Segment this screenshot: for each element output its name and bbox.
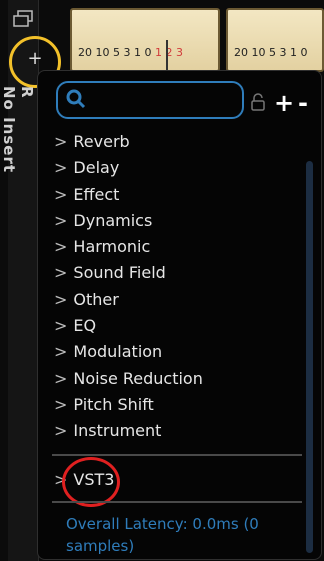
vst3-folder[interactable]: > VST3 [54,467,114,493]
vu-meter-left: 20 10 5 3 1 0 1 2 3 [70,8,220,72]
vu-meter-right: 20 10 5 3 1 0 [226,8,324,72]
vu-scale-left-black: 20 10 5 3 1 0 [78,46,152,59]
chevron-right-icon: > [54,342,68,362]
category-item[interactable]: > Effect [54,182,294,208]
category-label: Reverb [73,132,130,151]
chevron-right-icon: > [54,237,68,257]
add-insert-button[interactable]: + [18,46,52,70]
vu-scale-left-red: 1 2 3 [154,46,183,59]
add-plugin-button[interactable]: + [274,89,294,117]
chevron-right-icon: > [54,184,68,204]
category-item[interactable]: > Instrument [54,418,294,444]
unlock-icon[interactable] [250,93,266,111]
category-item[interactable]: > Noise Reduction [54,366,294,392]
category-label: EQ [73,316,97,336]
category-label: Other [73,289,119,309]
vu-scale-right: 20 10 5 3 1 0 [234,46,307,59]
category-label: Instrument [73,421,162,441]
search-input[interactable] [92,89,236,113]
divider [52,501,302,503]
category-item[interactable]: > Modulation [54,339,294,365]
insert-slot-text: No Insert [0,86,18,174]
chevron-right-icon: > [54,316,68,336]
category-label: Delay [73,158,120,178]
category-item[interactable]: > Reverb [54,129,294,155]
category-item[interactable]: > Harmonic [54,234,294,260]
chevron-right-icon: > [54,421,68,441]
remove-plugin-button[interactable]: - [298,89,308,117]
category-item[interactable]: > Dynamics [54,208,294,234]
insert-slot-label: R No Insert [0,86,36,426]
category-item[interactable]: > Delay [54,155,294,181]
chevron-right-icon: > [54,368,68,388]
category-label: Effect [73,184,120,204]
category-label: Modulation [73,342,163,362]
search-box[interactable] [56,81,244,119]
window-icon[interactable] [8,6,38,32]
category-item[interactable]: > Sound Field [54,260,294,286]
window-icon-svg [13,10,33,27]
vu-scale-right-black: 20 10 5 3 1 0 [234,46,308,59]
scrollbar[interactable] [306,161,313,553]
category-item[interactable]: > Pitch Shift [54,392,294,418]
divider [52,454,302,456]
category-label: Harmonic [73,237,151,257]
category-item[interactable]: > Other [54,287,294,313]
chevron-right-icon: > [54,158,68,178]
chevron-right-icon: > [54,132,68,151]
category-list: > Reverb > Delay > Effect > Dynamics > Harmon… [54,129,294,445]
category-label: Dynamics [73,210,153,230]
category-label: Noise Reduction [73,368,203,388]
category-label: Sound Field [73,263,166,283]
plugin-browser-panel: + - > Reverb > Delay > Effect > Dynamics > Ha… [37,70,322,560]
chevron-right-icon: > [54,470,68,489]
chevron-right-icon: > [54,394,68,414]
vu-needle-left [166,40,168,70]
category-label: Pitch Shift [73,394,154,414]
chevron-right-icon: > [54,210,68,230]
vst3-label: VST3 [73,470,115,489]
search-icon [66,89,86,109]
insert-slot-prefix: R [18,86,36,99]
latency-status: Overall Latency: 0.0ms (0 samples) [66,515,259,555]
chevron-right-icon: > [54,263,68,283]
chevron-right-icon: > [54,289,68,309]
category-item[interactable]: > EQ [54,313,294,339]
